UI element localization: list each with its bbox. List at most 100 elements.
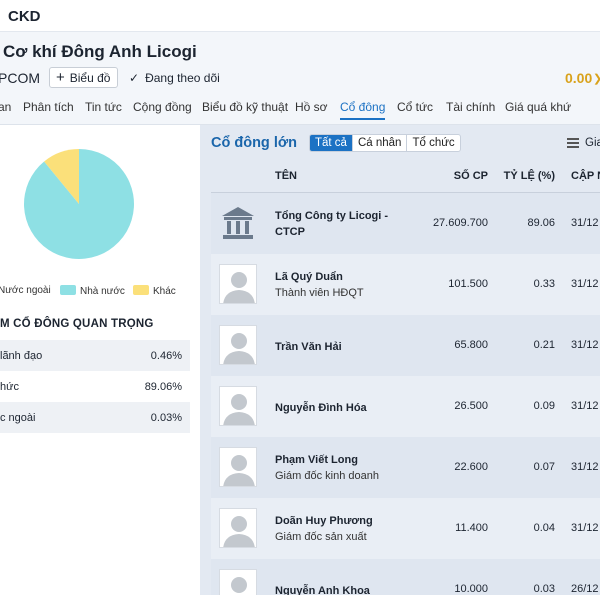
- legend-item-foreign: Nước ngoài: [0, 285, 51, 296]
- avatar: [219, 508, 257, 548]
- date-cell: 31/12: [571, 522, 599, 534]
- shares-cell: 27.609.700: [432, 217, 488, 229]
- tab-profile[interactable]: Hồ sơ: [295, 100, 328, 114]
- shareholder-position: Thành viên HĐQT: [275, 287, 364, 299]
- tab-shareholders[interactable]: Cổ đông: [340, 100, 386, 120]
- price-value: 0.00: [565, 70, 593, 86]
- shareholder-position: Giám đốc kinh doanh: [275, 470, 379, 482]
- person-icon: [223, 394, 255, 425]
- date-cell: 31/12: [571, 339, 599, 351]
- major-shareholders-panel: Cổ đông lớn Tất cả Cá nhân Tổ chức Giao …: [200, 125, 600, 595]
- organization-icon: [222, 207, 254, 239]
- tab-dividends[interactable]: Cổ tức: [397, 100, 433, 114]
- key-shareholder-label: lãnh đạo: [0, 349, 43, 362]
- check-icon: ✓: [129, 71, 140, 85]
- avatar: [219, 447, 257, 487]
- chevron-right-icon: ❯: [593, 72, 600, 85]
- shareholder-name: Lã Quý Duẩn: [275, 271, 343, 283]
- company-name: Cơ khí Đông Anh Licogi: [3, 42, 197, 61]
- legend-swatch-other: [133, 285, 149, 295]
- col-name: TÊN: [275, 170, 297, 182]
- table-row[interactable]: Nguyễn Anh Khoa 10.000 0.03 26/12: [211, 559, 600, 595]
- ratio-cell: 0.21: [533, 339, 555, 351]
- table-row[interactable]: Tổng Công ty Licogi - CTCP 27.609.700 89.06…: [211, 193, 600, 254]
- plus-icon: +: [56, 69, 65, 86]
- chart-button-label: Biểu đồ: [69, 70, 111, 85]
- key-shareholder-row: hức 89.06%: [0, 371, 190, 402]
- ratio-cell: 0.09: [533, 400, 555, 412]
- ratio-cell: 89.06: [527, 217, 555, 229]
- follow-toggle[interactable]: ✓ Đang theo dõi: [129, 71, 220, 85]
- tab-bar: an Phân tích Tin tức Cộng đồng Biểu đồ k…: [0, 95, 600, 123]
- col-shares: SỐ CP: [453, 170, 488, 182]
- view-toggle-label: Giao: [585, 137, 600, 149]
- filter-all[interactable]: Tất cả: [310, 135, 352, 151]
- tab-technical-chart[interactable]: Biểu đồ kỹ thuật: [202, 100, 288, 114]
- filter-organization[interactable]: Tổ chức: [406, 135, 459, 151]
- table-row[interactable]: Phạm Viết Long Giám đốc kinh doanh 22.600 0…: [211, 437, 600, 498]
- person-icon: [223, 333, 255, 364]
- ownership-panel: Nước ngoài Nhà nước Khác M CỔ ĐÔNG QUAN …: [0, 125, 200, 600]
- exchange-label: PCOM: [0, 70, 40, 86]
- legend-item-state: Nhà nước: [60, 285, 125, 297]
- col-updated: CẬP N: [571, 170, 600, 182]
- tab-analysis[interactable]: Phân tích: [23, 100, 74, 114]
- table-row[interactable]: Nguyễn Đình Hóa 26.500 0.09 31/12: [211, 376, 600, 437]
- shares-cell: 65.800: [454, 339, 488, 351]
- avatar: [219, 569, 257, 595]
- date-cell: 26/12: [571, 583, 599, 595]
- shareholder-name: Tổng Công ty Licogi - CTCP: [275, 210, 389, 238]
- avatar: [219, 386, 257, 426]
- list-icon: [567, 138, 579, 148]
- shares-cell: 26.500: [454, 400, 488, 412]
- key-shareholder-row: lãnh đạo 0.46%: [0, 340, 190, 371]
- tab-overview[interactable]: an: [0, 100, 11, 114]
- key-shareholder-row: c ngoài 0.03%: [0, 402, 190, 433]
- person-icon: [223, 455, 255, 486]
- table-row[interactable]: Doãn Huy Phương Giám đốc sản xuất 11.400 0.…: [211, 498, 600, 559]
- view-toggle[interactable]: Giao: [567, 137, 600, 149]
- shareholder-name: Doãn Huy Phương: [275, 515, 373, 527]
- col-ratio: TỶ LỆ (%): [503, 170, 555, 182]
- shareholder-name: Nguyễn Anh Khoa: [275, 585, 370, 595]
- key-shareholder-value: 0.46%: [150, 349, 182, 362]
- ratio-cell: 0.33: [533, 278, 555, 290]
- tab-finance[interactable]: Tài chính: [446, 100, 495, 114]
- table-body: Tổng Công ty Licogi - CTCP 27.609.700 89.06…: [211, 193, 600, 595]
- chart-button[interactable]: + Biểu đồ: [49, 67, 119, 88]
- date-cell: 31/12: [571, 217, 599, 229]
- major-shareholders-title: Cổ đông lớn: [211, 135, 298, 151]
- key-shareholder-label: c ngoài: [0, 411, 36, 424]
- shareholder-name: Nguyễn Đình Hóa: [275, 402, 367, 414]
- person-icon: [223, 272, 255, 303]
- shareholder-filter: Tất cả Cá nhân Tổ chức: [309, 134, 461, 152]
- tab-news[interactable]: Tin tức: [85, 100, 122, 114]
- table-row[interactable]: Trần Văn Hải 65.800 0.21 31/12: [211, 315, 600, 376]
- filter-individual[interactable]: Cá nhân: [351, 135, 406, 151]
- shareholder-name: Phạm Viết Long: [275, 454, 358, 466]
- ticker-symbol: CKD: [8, 8, 41, 25]
- person-icon: [231, 577, 247, 593]
- key-shareholder-label: hức: [0, 380, 19, 393]
- table-header: TÊN SỐ CP TỶ LỆ (%) CẬP N: [211, 161, 600, 193]
- top-bar: CKD: [0, 0, 600, 32]
- avatar: [219, 264, 257, 304]
- legend-item-other: Khác: [133, 285, 176, 297]
- person-icon: [223, 516, 255, 547]
- date-cell: 31/12: [571, 278, 599, 290]
- shares-cell: 11.400: [455, 522, 488, 534]
- tab-price-history[interactable]: Giá quá khứ: [505, 100, 571, 114]
- shares-cell: 101.500: [448, 278, 488, 290]
- shareholder-name: Trần Văn Hải: [275, 341, 342, 353]
- ratio-cell: 0.07: [533, 461, 555, 473]
- table-row[interactable]: Lã Quý Duẩn Thành viên HĐQT 101.500 0.33 31/…: [211, 254, 600, 315]
- key-shareholders-table: lãnh đạo 0.46% hức 89.06% c ngoài 0.03%: [0, 340, 190, 433]
- ratio-cell: 0.04: [533, 522, 555, 534]
- key-shareholder-value: 0.03%: [150, 411, 182, 424]
- shareholder-position: Giám đốc sản xuất: [275, 531, 367, 543]
- follow-label: Đang theo dõi: [145, 71, 220, 85]
- major-shareholders-table: TÊN SỐ CP TỶ LỆ (%) CẬP N Tổng Công ty L…: [211, 161, 600, 595]
- tab-community[interactable]: Cộng đồng: [133, 100, 192, 114]
- shares-cell: 10.000: [454, 583, 488, 595]
- shares-cell: 22.600: [454, 461, 488, 473]
